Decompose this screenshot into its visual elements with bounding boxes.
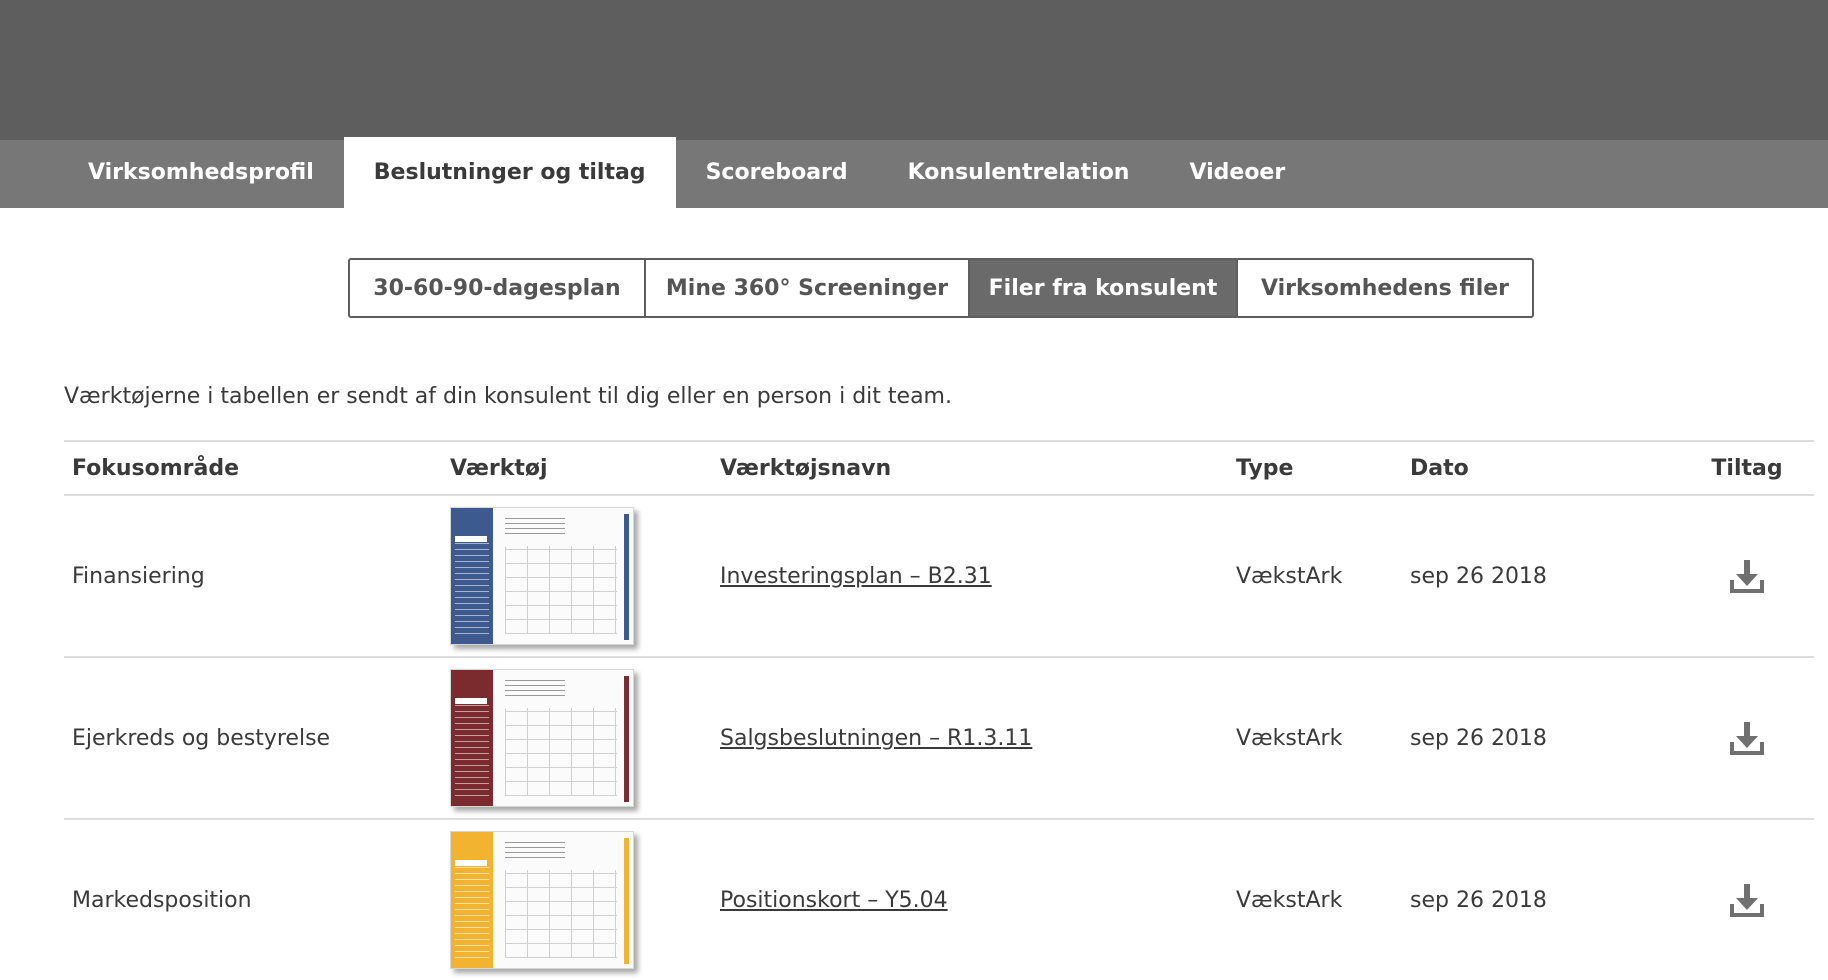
- tab-virksomhedsprofil[interactable]: Virksomhedsprofil: [58, 137, 344, 208]
- thumbnail-text-lines: [455, 538, 489, 634]
- download-icon[interactable]: [1727, 718, 1767, 758]
- thumbnail-grid: [505, 708, 617, 796]
- thumbnail-logo: [455, 860, 487, 866]
- tool-name-link[interactable]: Investeringsplan – B2.31: [720, 564, 992, 589]
- thumbnail-text-lines: [455, 862, 489, 958]
- tab-beslutninger-og-tiltag[interactable]: Beslutninger og tiltag: [343, 137, 676, 208]
- header-vaerktoejsnavn: Værktøjsnavn: [720, 455, 892, 481]
- cell-focus: Finansiering: [72, 563, 205, 589]
- cell-tool-thumbnail: [450, 507, 720, 645]
- cell-date: sep 26 2018: [1410, 563, 1547, 589]
- cell-type: VækstArk: [1236, 725, 1343, 751]
- top-header-bar: [0, 0, 1828, 140]
- subtab-virksomhedens-filer[interactable]: Virksomhedens filer: [1238, 260, 1532, 316]
- tool-thumbnail[interactable]: [450, 507, 634, 645]
- thumbnail-heading: [505, 840, 565, 858]
- header-tiltag: Tiltag: [1711, 455, 1783, 481]
- tab-konsulentrelation[interactable]: Konsulentrelation: [878, 137, 1160, 208]
- cell-date: sep 26 2018: [1410, 725, 1547, 751]
- thumbnail-heading: [505, 678, 565, 696]
- thumbnail-edge: [624, 514, 629, 640]
- cell-date: sep 26 2018: [1410, 887, 1547, 913]
- header-type: Type: [1236, 455, 1294, 481]
- subtab-filer-fra-konsulent[interactable]: Filer fra konsulent: [970, 260, 1238, 316]
- cell-tool-name: Investeringsplan – B2.31: [720, 564, 1236, 589]
- tool-name-link[interactable]: Salgsbeslutningen – R1.3.11: [720, 726, 1032, 751]
- download-icon[interactable]: [1727, 556, 1767, 596]
- cell-tool-name: Positionskort – Y5.04: [720, 888, 1236, 913]
- tool-thumbnail[interactable]: [450, 831, 634, 969]
- thumbnail-grid: [505, 870, 617, 958]
- cell-action: [1680, 718, 1814, 758]
- thumbnail-edge: [624, 838, 629, 964]
- cell-action: [1680, 556, 1814, 596]
- cell-focus: Markedsposition: [72, 887, 252, 913]
- main-tabs: Virksomhedsprofil Beslutninger og tiltag…: [58, 137, 1315, 208]
- thumbnail-grid: [505, 546, 617, 634]
- tool-thumbnail[interactable]: [450, 669, 634, 807]
- tab-videoer[interactable]: Videoer: [1159, 137, 1315, 208]
- cell-tool-thumbnail: [450, 669, 720, 807]
- header-vaerktoej: Værktøj: [450, 455, 548, 481]
- table-row: Ejerkreds og bestyrelse Salgsbeslutninge…: [64, 656, 1814, 818]
- table-header-row: Fokusområde Værktøj Værktøjsnavn Type Da…: [64, 440, 1814, 496]
- thumbnail-text-lines: [455, 700, 489, 796]
- intro-text: Værktøjerne i tabellen er sendt af din k…: [64, 384, 952, 409]
- subtab-segmented-control: 30-60-90-dagesplan Mine 360° Screeninger…: [348, 258, 1534, 318]
- files-table: Fokusområde Værktøj Værktøjsnavn Type Da…: [64, 440, 1814, 980]
- cell-focus: Ejerkreds og bestyrelse: [72, 725, 331, 751]
- thumbnail-edge: [624, 676, 629, 802]
- table-row: Finansiering Investeringsplan – B2.31 Væ…: [64, 496, 1814, 656]
- cell-tool-thumbnail: [450, 831, 720, 969]
- tool-name-link[interactable]: Positionskort – Y5.04: [720, 888, 948, 913]
- cell-action: [1680, 880, 1814, 920]
- cell-tool-name: Salgsbeslutningen – R1.3.11: [720, 726, 1236, 751]
- thumbnail-logo: [455, 536, 487, 542]
- header-fokusomraade: Fokusområde: [72, 455, 240, 481]
- thumbnail-logo: [455, 698, 487, 704]
- subtab-30-60-90-dagesplan[interactable]: 30-60-90-dagesplan: [350, 260, 646, 316]
- cell-type: VækstArk: [1236, 887, 1343, 913]
- table-row: Markedsposition Positionskort – Y5.04 Væ…: [64, 818, 1814, 980]
- cell-type: VækstArk: [1236, 563, 1343, 589]
- thumbnail-heading: [505, 516, 565, 534]
- tab-scoreboard[interactable]: Scoreboard: [676, 137, 878, 208]
- header-dato: Dato: [1410, 455, 1469, 481]
- subtab-mine-360-screeninger[interactable]: Mine 360° Screeninger: [646, 260, 970, 316]
- download-icon[interactable]: [1727, 880, 1767, 920]
